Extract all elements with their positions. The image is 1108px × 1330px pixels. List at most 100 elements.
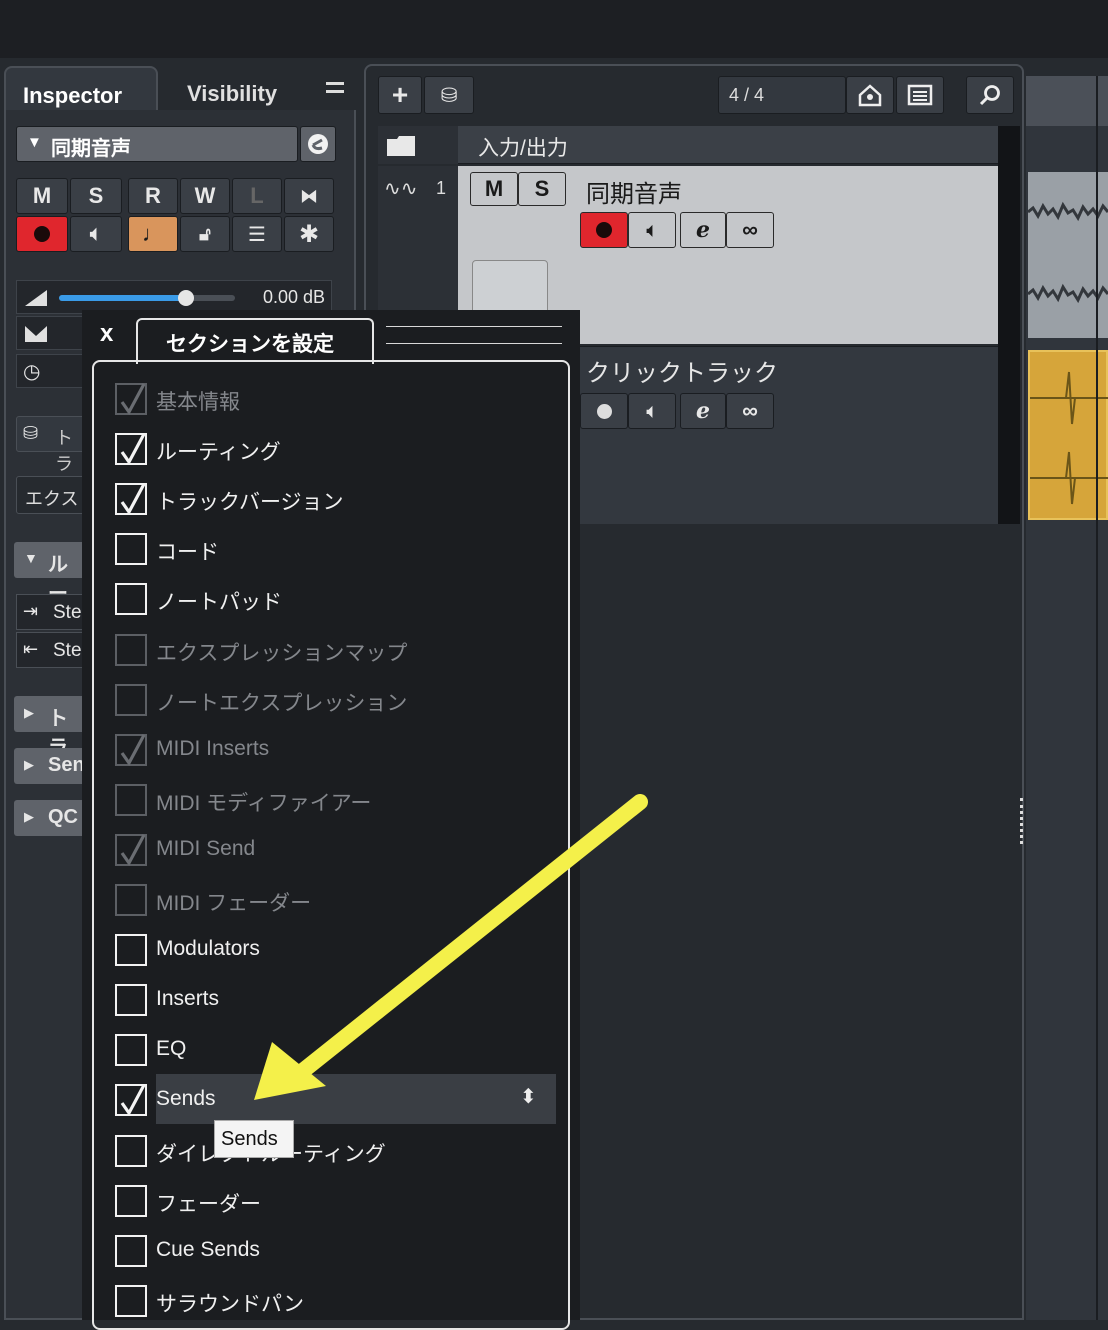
track2-record-button[interactable] bbox=[580, 393, 628, 429]
visibility-agents-button[interactable] bbox=[846, 76, 894, 114]
volume-slider-track[interactable] bbox=[59, 290, 235, 306]
section-checkbox[interactable] bbox=[115, 1034, 147, 1066]
section-checkbox[interactable] bbox=[115, 1235, 147, 1267]
solo-button[interactable]: S bbox=[70, 178, 122, 214]
cursor-line bbox=[1096, 76, 1098, 1320]
preset-icon: ⛁ bbox=[23, 423, 39, 443]
popup-close-button[interactable]: x bbox=[92, 318, 128, 354]
volume-icon bbox=[25, 290, 47, 306]
section-checkbox[interactable] bbox=[115, 533, 147, 565]
section-checkbox[interactable] bbox=[115, 1135, 147, 1167]
write-label: W bbox=[194, 183, 216, 208]
popup-header-line bbox=[386, 326, 562, 344]
edit-e-icon bbox=[308, 134, 328, 154]
collapse-button[interactable]: ⧓ bbox=[284, 178, 334, 214]
expand-triangle-icon: ▶ bbox=[24, 757, 34, 772]
search-button[interactable] bbox=[966, 76, 1014, 114]
asterisk-icon: ✱ bbox=[298, 220, 320, 248]
section-routing-header[interactable]: ▼ ルー bbox=[14, 542, 86, 605]
section-checkbox bbox=[115, 734, 147, 767]
tooltip-text: Sends bbox=[221, 1128, 278, 1150]
splitter-handle[interactable] bbox=[1020, 798, 1026, 844]
section-checkbox[interactable] bbox=[115, 433, 147, 466]
pan-row bbox=[16, 316, 86, 350]
section-checkbox[interactable] bbox=[115, 583, 147, 615]
track-preset-row[interactable]: ⛁ トラ bbox=[16, 416, 86, 474]
freeze-button[interactable]: ✱ bbox=[284, 216, 334, 252]
track1-mute-button[interactable]: M bbox=[470, 172, 518, 206]
section-qc-label: QC bbox=[48, 806, 78, 828]
lanes-button[interactable]: L bbox=[232, 178, 282, 214]
section-label: ノートエクスプレッション bbox=[156, 692, 408, 715]
section-checkbox[interactable] bbox=[115, 934, 147, 966]
track2-versions-button[interactable]: ∞ bbox=[726, 393, 774, 429]
lane-display-button[interactable]: ☰ bbox=[232, 216, 282, 252]
section-checkbox[interactable] bbox=[115, 1185, 147, 1217]
volume-slider-knob[interactable] bbox=[177, 290, 194, 306]
section-label: ノートパッド bbox=[156, 591, 282, 614]
folder-track-name: 入力/出力 bbox=[478, 137, 568, 160]
click-track-name[interactable]: クリックトラック bbox=[586, 353, 778, 388]
track1-solo-button[interactable]: S bbox=[518, 172, 566, 206]
collapse-triangle-icon: ▼ bbox=[24, 550, 38, 566]
section-label: EQ bbox=[156, 1037, 187, 1060]
section-checkbox[interactable] bbox=[115, 1285, 147, 1317]
edit-e-icon: ℯ bbox=[696, 217, 710, 242]
section-checkbox[interactable] bbox=[115, 984, 147, 1016]
routing-output[interactable]: ⇤ Ste bbox=[16, 632, 86, 668]
tab-inspector-label: Inspector bbox=[23, 83, 123, 108]
track2-edit-button[interactable]: ℯ bbox=[680, 393, 726, 429]
timebase-button[interactable]: ♩ bbox=[128, 216, 178, 252]
mute-button[interactable]: M bbox=[16, 178, 68, 214]
read-button[interactable]: R bbox=[128, 178, 178, 214]
checkmark-icon bbox=[120, 834, 146, 867]
volume-value[interactable]: 0.00 dB bbox=[263, 287, 325, 308]
monitor-button[interactable]: 🔈︎ bbox=[70, 216, 122, 252]
time-signature-display[interactable]: 4 / 4 bbox=[718, 76, 846, 114]
checkmark-icon bbox=[120, 734, 146, 767]
record-enable-button[interactable] bbox=[16, 216, 68, 252]
track1-record-button[interactable] bbox=[580, 212, 628, 248]
track1-name[interactable]: 同期音声 bbox=[586, 174, 682, 209]
edit-channel-button[interactable] bbox=[300, 126, 336, 162]
presets-stack-icon: ⛁ bbox=[440, 84, 458, 107]
track-list-scrollbar[interactable] bbox=[998, 126, 1020, 524]
event-display bbox=[1026, 76, 1108, 1320]
tab-visibility[interactable]: Visibility bbox=[162, 66, 312, 114]
track-presets-button[interactable]: ⛁ bbox=[424, 76, 474, 114]
checkmark-icon bbox=[120, 1084, 146, 1117]
record-icon bbox=[34, 226, 50, 242]
add-track-button[interactable]: + bbox=[378, 76, 422, 114]
track1-versions-button[interactable]: ∞ bbox=[726, 212, 774, 248]
section-track-header[interactable]: ▶ トラ bbox=[14, 696, 86, 759]
input-icon: ⇥ bbox=[23, 601, 39, 621]
routing-input[interactable]: ⇥ Ste bbox=[16, 594, 86, 630]
section-checkbox[interactable] bbox=[115, 1084, 147, 1117]
folder-icon bbox=[387, 136, 415, 156]
track1-monitor-button[interactable]: 🔈︎ bbox=[628, 212, 676, 248]
section-label: Sends bbox=[156, 1087, 216, 1110]
section-checkbox[interactable] bbox=[115, 483, 147, 516]
write-button[interactable]: W bbox=[180, 178, 230, 214]
pan-icon bbox=[25, 326, 47, 342]
section-label: 基本情報 bbox=[156, 391, 240, 414]
inspector-track-header[interactable]: ▼ 同期音声 bbox=[16, 126, 298, 162]
section-qc-header[interactable]: ▶ QC bbox=[14, 800, 86, 836]
section-label: Inserts bbox=[156, 987, 220, 1010]
lock-button[interactable]: 🔓︎ bbox=[180, 216, 230, 252]
section-checkbox bbox=[115, 634, 147, 666]
track1-mute-label: M bbox=[484, 176, 504, 201]
lanes-label: L bbox=[250, 183, 264, 208]
section-checkbox bbox=[115, 834, 147, 867]
expression-row[interactable]: エクス bbox=[16, 476, 86, 514]
folder-track[interactable]: 入力/出力 bbox=[378, 126, 998, 164]
link-loop-icon: ∞ bbox=[742, 217, 758, 242]
track1-edit-button[interactable]: ℯ bbox=[680, 212, 726, 248]
inspector-menu-icon[interactable] bbox=[326, 82, 344, 96]
track2-monitor-button[interactable]: 🔈︎ bbox=[628, 393, 676, 429]
track-list-view-button[interactable] bbox=[896, 76, 944, 114]
tab-visibility-label: Visibility bbox=[187, 81, 278, 106]
record-icon bbox=[596, 403, 612, 419]
delay-icon: ◷ bbox=[23, 361, 41, 383]
section-sends-header[interactable]: ▶ Sen bbox=[14, 748, 86, 784]
